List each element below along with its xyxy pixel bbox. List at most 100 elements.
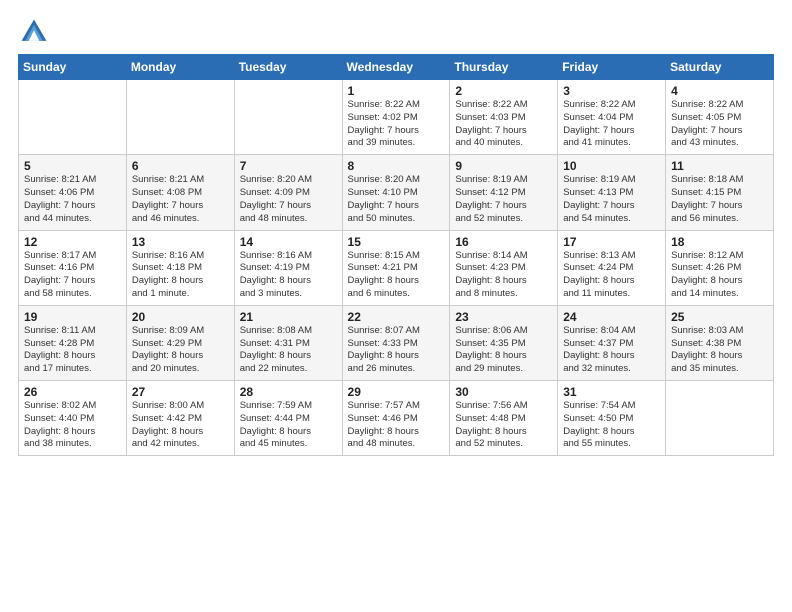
day-info: Sunrise: 8:22 AM Sunset: 4:05 PM Dayligh… xyxy=(671,99,768,150)
day-number: 22 xyxy=(348,310,445,324)
day-info: Sunrise: 8:02 AM Sunset: 4:40 PM Dayligh… xyxy=(24,400,121,451)
calendar-cell: 17Sunrise: 8:13 AM Sunset: 4:24 PM Dayli… xyxy=(558,230,666,305)
calendar-cell: 7Sunrise: 8:20 AM Sunset: 4:09 PM Daylig… xyxy=(234,155,342,230)
day-number: 1 xyxy=(348,84,445,98)
day-number: 15 xyxy=(348,235,445,249)
calendar-week-row: 1Sunrise: 8:22 AM Sunset: 4:02 PM Daylig… xyxy=(19,80,774,155)
calendar-cell: 2Sunrise: 8:22 AM Sunset: 4:03 PM Daylig… xyxy=(450,80,558,155)
calendar-cell: 15Sunrise: 8:15 AM Sunset: 4:21 PM Dayli… xyxy=(342,230,450,305)
day-info: Sunrise: 8:21 AM Sunset: 4:06 PM Dayligh… xyxy=(24,174,121,225)
day-info: Sunrise: 8:22 AM Sunset: 4:02 PM Dayligh… xyxy=(348,99,445,150)
day-number: 9 xyxy=(455,159,552,173)
calendar-cell: 20Sunrise: 8:09 AM Sunset: 4:29 PM Dayli… xyxy=(126,305,234,380)
day-info: Sunrise: 8:18 AM Sunset: 4:15 PM Dayligh… xyxy=(671,174,768,225)
day-info: Sunrise: 8:19 AM Sunset: 4:12 PM Dayligh… xyxy=(455,174,552,225)
day-info: Sunrise: 8:07 AM Sunset: 4:33 PM Dayligh… xyxy=(348,325,445,376)
day-number: 17 xyxy=(563,235,660,249)
calendar-header-monday: Monday xyxy=(126,55,234,80)
calendar-week-row: 5Sunrise: 8:21 AM Sunset: 4:06 PM Daylig… xyxy=(19,155,774,230)
calendar-cell xyxy=(666,381,774,456)
day-info: Sunrise: 8:16 AM Sunset: 4:18 PM Dayligh… xyxy=(132,250,229,301)
calendar-cell xyxy=(234,80,342,155)
day-info: Sunrise: 8:12 AM Sunset: 4:26 PM Dayligh… xyxy=(671,250,768,301)
calendar-cell: 23Sunrise: 8:06 AM Sunset: 4:35 PM Dayli… xyxy=(450,305,558,380)
day-info: Sunrise: 8:19 AM Sunset: 4:13 PM Dayligh… xyxy=(563,174,660,225)
day-info: Sunrise: 8:16 AM Sunset: 4:19 PM Dayligh… xyxy=(240,250,337,301)
calendar-cell: 29Sunrise: 7:57 AM Sunset: 4:46 PM Dayli… xyxy=(342,381,450,456)
calendar-cell: 4Sunrise: 8:22 AM Sunset: 4:05 PM Daylig… xyxy=(666,80,774,155)
day-number: 12 xyxy=(24,235,121,249)
day-info: Sunrise: 8:22 AM Sunset: 4:04 PM Dayligh… xyxy=(563,99,660,150)
day-info: Sunrise: 7:59 AM Sunset: 4:44 PM Dayligh… xyxy=(240,400,337,451)
calendar-week-row: 19Sunrise: 8:11 AM Sunset: 4:28 PM Dayli… xyxy=(19,305,774,380)
calendar-cell: 21Sunrise: 8:08 AM Sunset: 4:31 PM Dayli… xyxy=(234,305,342,380)
day-info: Sunrise: 8:06 AM Sunset: 4:35 PM Dayligh… xyxy=(455,325,552,376)
day-number: 13 xyxy=(132,235,229,249)
day-info: Sunrise: 7:56 AM Sunset: 4:48 PM Dayligh… xyxy=(455,400,552,451)
calendar-cell: 31Sunrise: 7:54 AM Sunset: 4:50 PM Dayli… xyxy=(558,381,666,456)
calendar-table: SundayMondayTuesdayWednesdayThursdayFrid… xyxy=(18,54,774,456)
day-number: 4 xyxy=(671,84,768,98)
day-info: Sunrise: 8:20 AM Sunset: 4:10 PM Dayligh… xyxy=(348,174,445,225)
day-info: Sunrise: 8:04 AM Sunset: 4:37 PM Dayligh… xyxy=(563,325,660,376)
day-number: 27 xyxy=(132,385,229,399)
calendar-cell: 11Sunrise: 8:18 AM Sunset: 4:15 PM Dayli… xyxy=(666,155,774,230)
calendar-cell: 18Sunrise: 8:12 AM Sunset: 4:26 PM Dayli… xyxy=(666,230,774,305)
logo xyxy=(18,16,54,48)
calendar-week-row: 26Sunrise: 8:02 AM Sunset: 4:40 PM Dayli… xyxy=(19,381,774,456)
day-info: Sunrise: 8:13 AM Sunset: 4:24 PM Dayligh… xyxy=(563,250,660,301)
calendar-header-saturday: Saturday xyxy=(666,55,774,80)
calendar-cell: 28Sunrise: 7:59 AM Sunset: 4:44 PM Dayli… xyxy=(234,381,342,456)
calendar-cell: 27Sunrise: 8:00 AM Sunset: 4:42 PM Dayli… xyxy=(126,381,234,456)
day-number: 24 xyxy=(563,310,660,324)
calendar-cell xyxy=(19,80,127,155)
day-number: 30 xyxy=(455,385,552,399)
calendar-cell xyxy=(126,80,234,155)
calendar-cell: 26Sunrise: 8:02 AM Sunset: 4:40 PM Dayli… xyxy=(19,381,127,456)
calendar-cell: 10Sunrise: 8:19 AM Sunset: 4:13 PM Dayli… xyxy=(558,155,666,230)
calendar-cell: 3Sunrise: 8:22 AM Sunset: 4:04 PM Daylig… xyxy=(558,80,666,155)
calendar-cell: 13Sunrise: 8:16 AM Sunset: 4:18 PM Dayli… xyxy=(126,230,234,305)
day-number: 29 xyxy=(348,385,445,399)
calendar-cell: 8Sunrise: 8:20 AM Sunset: 4:10 PM Daylig… xyxy=(342,155,450,230)
day-number: 26 xyxy=(24,385,121,399)
calendar-cell: 5Sunrise: 8:21 AM Sunset: 4:06 PM Daylig… xyxy=(19,155,127,230)
day-number: 14 xyxy=(240,235,337,249)
calendar-cell: 22Sunrise: 8:07 AM Sunset: 4:33 PM Dayli… xyxy=(342,305,450,380)
day-info: Sunrise: 8:22 AM Sunset: 4:03 PM Dayligh… xyxy=(455,99,552,150)
calendar-cell: 12Sunrise: 8:17 AM Sunset: 4:16 PM Dayli… xyxy=(19,230,127,305)
calendar-cell: 1Sunrise: 8:22 AM Sunset: 4:02 PM Daylig… xyxy=(342,80,450,155)
calendar-cell: 6Sunrise: 8:21 AM Sunset: 4:08 PM Daylig… xyxy=(126,155,234,230)
day-number: 31 xyxy=(563,385,660,399)
day-info: Sunrise: 8:00 AM Sunset: 4:42 PM Dayligh… xyxy=(132,400,229,451)
day-number: 5 xyxy=(24,159,121,173)
day-number: 10 xyxy=(563,159,660,173)
calendar-cell: 9Sunrise: 8:19 AM Sunset: 4:12 PM Daylig… xyxy=(450,155,558,230)
page: SundayMondayTuesdayWednesdayThursdayFrid… xyxy=(0,0,792,612)
calendar-week-row: 12Sunrise: 8:17 AM Sunset: 4:16 PM Dayli… xyxy=(19,230,774,305)
day-number: 20 xyxy=(132,310,229,324)
calendar-header-row: SundayMondayTuesdayWednesdayThursdayFrid… xyxy=(19,55,774,80)
day-info: Sunrise: 8:09 AM Sunset: 4:29 PM Dayligh… xyxy=(132,325,229,376)
day-number: 11 xyxy=(671,159,768,173)
day-number: 2 xyxy=(455,84,552,98)
day-info: Sunrise: 7:57 AM Sunset: 4:46 PM Dayligh… xyxy=(348,400,445,451)
day-info: Sunrise: 8:11 AM Sunset: 4:28 PM Dayligh… xyxy=(24,325,121,376)
day-info: Sunrise: 8:20 AM Sunset: 4:09 PM Dayligh… xyxy=(240,174,337,225)
calendar-cell: 16Sunrise: 8:14 AM Sunset: 4:23 PM Dayli… xyxy=(450,230,558,305)
day-number: 6 xyxy=(132,159,229,173)
day-number: 21 xyxy=(240,310,337,324)
day-number: 28 xyxy=(240,385,337,399)
calendar-cell: 25Sunrise: 8:03 AM Sunset: 4:38 PM Dayli… xyxy=(666,305,774,380)
calendar-cell: 19Sunrise: 8:11 AM Sunset: 4:28 PM Dayli… xyxy=(19,305,127,380)
day-info: Sunrise: 8:21 AM Sunset: 4:08 PM Dayligh… xyxy=(132,174,229,225)
header xyxy=(18,16,774,48)
calendar-header-sunday: Sunday xyxy=(19,55,127,80)
day-info: Sunrise: 7:54 AM Sunset: 4:50 PM Dayligh… xyxy=(563,400,660,451)
day-number: 3 xyxy=(563,84,660,98)
day-number: 7 xyxy=(240,159,337,173)
calendar-cell: 14Sunrise: 8:16 AM Sunset: 4:19 PM Dayli… xyxy=(234,230,342,305)
calendar-cell: 24Sunrise: 8:04 AM Sunset: 4:37 PM Dayli… xyxy=(558,305,666,380)
calendar-header-tuesday: Tuesday xyxy=(234,55,342,80)
day-info: Sunrise: 8:17 AM Sunset: 4:16 PM Dayligh… xyxy=(24,250,121,301)
